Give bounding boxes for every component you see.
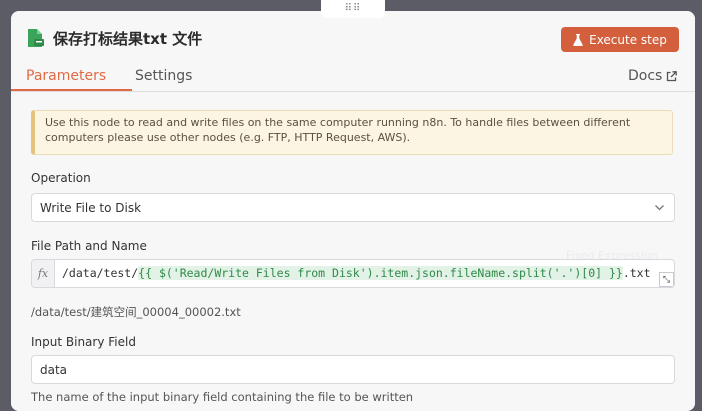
external-link-icon <box>667 70 678 81</box>
file-path-preview: /data/test/建筑空间_00004_00002.txt <box>31 305 241 319</box>
node-title: 保存打标结果txt 文件 <box>53 30 203 48</box>
operation-label: Operation <box>31 171 91 185</box>
flask-icon <box>573 33 583 46</box>
binary-field-label: Input Binary Field <box>31 335 136 349</box>
expression-fx-icon: fx <box>32 260 55 287</box>
execute-step-label: Execute step <box>589 32 667 47</box>
docs-label: Docs <box>628 68 663 84</box>
file-path-expression-text: /data/test/{{ $('Read/Write Files from D… <box>62 260 651 287</box>
file-path-expression-input[interactable]: fx /data/test/{{ $('Read/Write Files fro… <box>31 259 675 288</box>
operation-select[interactable]: Write File to Disk <box>31 193 675 222</box>
info-notice: Use this node to read and write files on… <box>31 110 673 155</box>
panel-header: 保存打标结果txt 文件 Execute step Parameters Set… <box>11 11 695 101</box>
file-path-label: File Path and Name <box>31 239 147 253</box>
execute-step-button[interactable]: Execute step <box>561 27 679 52</box>
tab-settings[interactable]: Settings <box>135 68 192 84</box>
file-path-expression-variable: {{ $('Read/Write Files from Disk').item.… <box>138 266 623 280</box>
tab-parameters[interactable]: Parameters <box>26 68 106 84</box>
header-divider <box>11 91 695 92</box>
parameters-content: Use this node to read and write files on… <box>11 101 695 411</box>
expand-icon[interactable]: ⤡ <box>659 272 674 287</box>
node-details-panel: 保存打标结果txt 文件 Execute step Parameters Set… <box>11 11 695 411</box>
file-path-suffix: .txt <box>622 266 651 280</box>
operation-value: Write File to Disk <box>40 200 142 215</box>
file-icon <box>28 29 44 47</box>
binary-field-input[interactable] <box>31 355 675 384</box>
binary-field-hint: The name of the input binary field conta… <box>31 390 414 404</box>
docs-link[interactable]: Docs <box>628 68 678 84</box>
file-path-prefix: /data/test/ <box>62 266 139 280</box>
drag-handle-icon[interactable]: ⠿⠿ <box>321 0 385 18</box>
chevron-down-icon <box>655 205 664 211</box>
